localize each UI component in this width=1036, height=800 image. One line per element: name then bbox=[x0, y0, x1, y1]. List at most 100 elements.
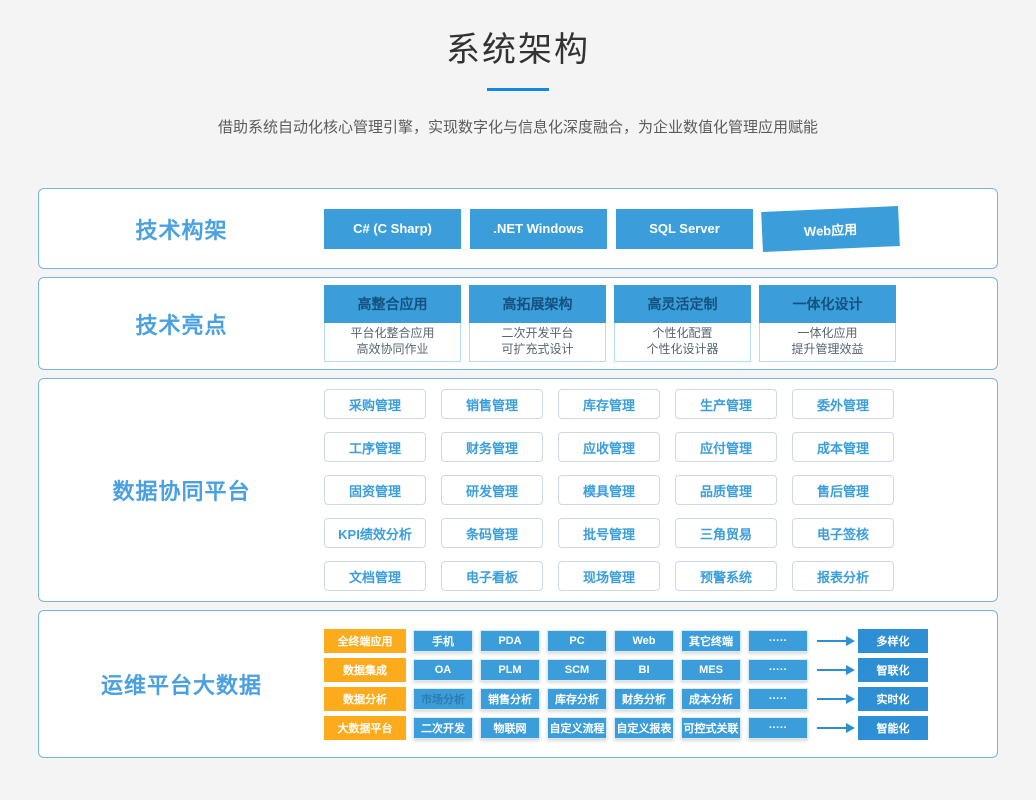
highlight-card-title: 一体化设计 bbox=[759, 285, 896, 323]
highlight-card-line: 可扩充式设计 bbox=[470, 341, 605, 357]
module-chip: 三角贸易 bbox=[675, 518, 777, 548]
bigdata-item: OA bbox=[413, 659, 473, 681]
highlight-card: 高整合应用平台化整合应用高效协同作业 bbox=[324, 285, 461, 362]
bigdata-item: Web bbox=[614, 630, 674, 652]
bigdata-result: 智能化 bbox=[858, 716, 928, 740]
highlight-card-title: 高灵活定制 bbox=[614, 285, 751, 323]
bigdata-item: 库存分析 bbox=[547, 688, 607, 710]
module-chip: 电子看板 bbox=[441, 561, 543, 591]
module-chip: 固资管理 bbox=[324, 475, 426, 505]
section-platform: 数据协同平台 采购管理销售管理库存管理生产管理委外管理工序管理财务管理应收管理应… bbox=[38, 378, 998, 602]
bigdata-item: 成本分析 bbox=[681, 688, 741, 710]
section-bigdata: 运维平台大数据 全终端应用手机PDAPCWeb其它终端·····多样化数据集成O… bbox=[38, 610, 998, 758]
tech-button-row: C# (C Sharp).NET WindowsSQL ServerWeb应用 bbox=[324, 209, 899, 249]
module-chip: 品质管理 bbox=[675, 475, 777, 505]
tech-stack-label-area: 技术构架 bbox=[39, 213, 324, 245]
module-chip: 销售管理 bbox=[441, 389, 543, 419]
bigdata-item: PLM bbox=[480, 659, 540, 681]
bigdata-item: ····· bbox=[748, 717, 808, 739]
bigdata-row: 数据分析市场分析销售分析库存分析财务分析成本分析·····实时化 bbox=[324, 687, 928, 711]
bigdata-item: 销售分析 bbox=[480, 688, 540, 710]
bigdata-row: 大数据平台二次开发物联网自定义流程自定义报表可控式关联·····智能化 bbox=[324, 716, 928, 740]
tech-stack-label: 技术构架 bbox=[135, 213, 227, 245]
module-chip: 库存管理 bbox=[558, 389, 660, 419]
tech-button-3: SQL Server bbox=[616, 209, 753, 249]
bigdata-item: 物联网 bbox=[480, 717, 540, 739]
module-chip: 电子签核 bbox=[792, 518, 894, 548]
module-chip: 采购管理 bbox=[324, 389, 426, 419]
module-chip: 现场管理 bbox=[558, 561, 660, 591]
module-chip: 售后管理 bbox=[792, 475, 894, 505]
bigdata-item: 手机 bbox=[413, 630, 473, 652]
highlight-card-body: 二次开发平台可扩充式设计 bbox=[469, 323, 606, 362]
highlight-card: 高拓展架构二次开发平台可扩充式设计 bbox=[469, 285, 606, 362]
bigdata-result: 智联化 bbox=[858, 658, 928, 682]
bigdata-category: 数据集成 bbox=[324, 658, 406, 682]
bigdata-item: PC bbox=[547, 630, 607, 652]
module-chip: 研发管理 bbox=[441, 475, 543, 505]
bigdata-item: 其它终端 bbox=[681, 630, 741, 652]
highlight-card-line: 个性化配置 bbox=[615, 325, 750, 341]
module-chip: 模具管理 bbox=[558, 475, 660, 505]
module-chip: 工序管理 bbox=[324, 432, 426, 462]
highlight-card-line: 二次开发平台 bbox=[470, 325, 605, 341]
bigdata-row: 全终端应用手机PDAPCWeb其它终端·····多样化 bbox=[324, 629, 928, 653]
module-chip: 批号管理 bbox=[558, 518, 660, 548]
arrow-right-icon bbox=[817, 727, 847, 729]
bigdata-row: 数据集成OAPLMSCMBIMES·····智联化 bbox=[324, 658, 928, 682]
bigdata-category: 大数据平台 bbox=[324, 716, 406, 740]
highlights-label: 技术亮点 bbox=[135, 308, 227, 340]
bigdata-category: 数据分析 bbox=[324, 687, 406, 711]
bigdata-item: PDA bbox=[480, 630, 540, 652]
tech-button-4: Web应用 bbox=[761, 206, 900, 252]
bigdata-item: MES bbox=[681, 659, 741, 681]
module-chip: 条码管理 bbox=[441, 518, 543, 548]
highlight-card-line: 一体化应用 bbox=[760, 325, 895, 341]
arrow-right-icon bbox=[817, 669, 847, 671]
highlights-label-area: 技术亮点 bbox=[39, 308, 324, 340]
bigdata-item: 自定义报表 bbox=[614, 717, 674, 739]
bigdata-category: 全终端应用 bbox=[324, 629, 406, 653]
module-chip: 报表分析 bbox=[792, 561, 894, 591]
highlight-card: 一体化设计一体化应用提升管理效益 bbox=[759, 285, 896, 362]
module-chip: 生产管理 bbox=[675, 389, 777, 419]
arrow-right-icon bbox=[817, 640, 847, 642]
highlight-card-title: 高整合应用 bbox=[324, 285, 461, 323]
bigdata-item: 可控式关联 bbox=[681, 717, 741, 739]
highlight-card-title: 高拓展架构 bbox=[469, 285, 606, 323]
module-chip: 应付管理 bbox=[675, 432, 777, 462]
bigdata-label-area: 运维平台大数据 bbox=[39, 668, 324, 700]
module-chip: 文档管理 bbox=[324, 561, 426, 591]
module-chip: 财务管理 bbox=[441, 432, 543, 462]
module-grid: 采购管理销售管理库存管理生产管理委外管理工序管理财务管理应收管理应付管理成本管理… bbox=[324, 389, 894, 591]
page-header: 系统架构 借助系统自动化核心管理引擎，实现数字化与信息化深度融合，为企业数值化管… bbox=[0, 22, 1036, 137]
module-chip: KPI绩效分析 bbox=[324, 518, 426, 548]
module-chip: 预警系统 bbox=[675, 561, 777, 591]
highlight-card: 高灵活定制个性化配置个性化设计器 bbox=[614, 285, 751, 362]
section-highlights: 技术亮点 高整合应用平台化整合应用高效协同作业高拓展架构二次开发平台可扩充式设计… bbox=[38, 277, 998, 370]
tech-button-1: C# (C Sharp) bbox=[324, 209, 461, 249]
tech-button-2: .NET Windows bbox=[470, 209, 607, 249]
highlight-card-body: 个性化配置个性化设计器 bbox=[614, 323, 751, 362]
module-chip: 应收管理 bbox=[558, 432, 660, 462]
highlight-card-body: 一体化应用提升管理效益 bbox=[759, 323, 896, 362]
arrow-right-icon bbox=[817, 698, 847, 700]
bigdata-label: 运维平台大数据 bbox=[101, 668, 262, 700]
bigdata-item: 财务分析 bbox=[614, 688, 674, 710]
page-title: 系统架构 bbox=[0, 22, 1036, 71]
bigdata-item: 市场分析 bbox=[413, 688, 473, 710]
bigdata-item: ····· bbox=[748, 630, 808, 652]
highlight-card-line: 提升管理效益 bbox=[760, 341, 895, 357]
highlight-card-body: 平台化整合应用高效协同作业 bbox=[324, 323, 461, 362]
bigdata-item: ····· bbox=[748, 688, 808, 710]
highlight-card-line: 平台化整合应用 bbox=[325, 325, 460, 341]
highlight-cards: 高整合应用平台化整合应用高效协同作业高拓展架构二次开发平台可扩充式设计高灵活定制… bbox=[324, 285, 896, 362]
highlight-card-line: 高效协同作业 bbox=[325, 341, 460, 357]
page-subtitle: 借助系统自动化核心管理引擎，实现数字化与信息化深度融合，为企业数值化管理应用赋能 bbox=[0, 116, 1036, 137]
bigdata-item: ····· bbox=[748, 659, 808, 681]
module-chip: 委外管理 bbox=[792, 389, 894, 419]
title-underline bbox=[487, 88, 549, 91]
highlight-card-line: 个性化设计器 bbox=[615, 341, 750, 357]
bigdata-item: SCM bbox=[547, 659, 607, 681]
module-chip: 成本管理 bbox=[792, 432, 894, 462]
